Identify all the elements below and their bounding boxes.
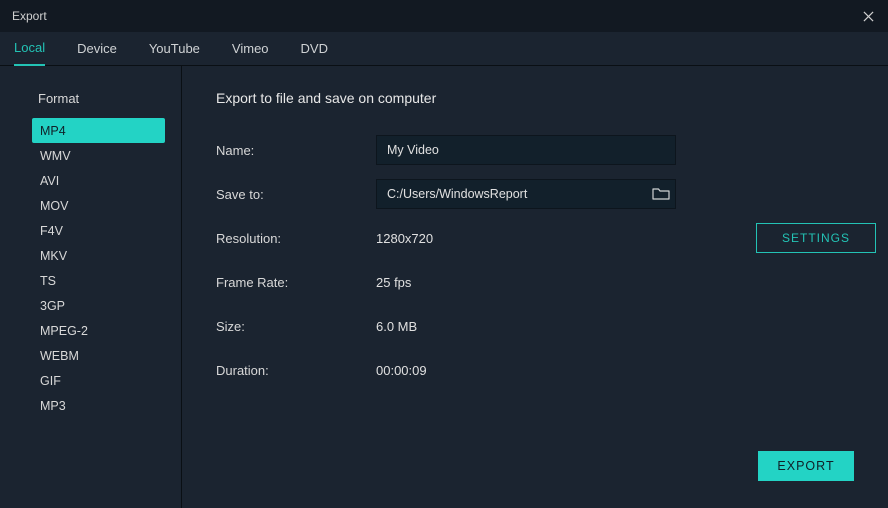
size-value: 6.0 MB xyxy=(376,319,417,334)
format-item-ts[interactable]: TS xyxy=(32,268,165,293)
framerate-value: 25 fps xyxy=(376,275,411,290)
format-item-webm[interactable]: WEBM xyxy=(32,343,165,368)
saveto-label: Save to: xyxy=(216,187,376,202)
export-button[interactable]: EXPORT xyxy=(758,451,854,481)
format-item-wmv[interactable]: WMV xyxy=(32,143,165,168)
format-item-f4v[interactable]: F4V xyxy=(32,218,165,243)
tab-local[interactable]: Local xyxy=(14,32,45,66)
tab-device[interactable]: Device xyxy=(77,33,117,65)
sidebar: Format MP4WMVAVIMOVF4VMKVTS3GPMPEG-2WEBM… xyxy=(0,66,182,508)
export-form: Name: Save to: Resolution: 1280x720 SETT… xyxy=(216,128,854,392)
format-list: MP4WMVAVIMOVF4VMKVTS3GPMPEG-2WEBMGIFMP3 xyxy=(32,118,165,418)
row-resolution: Resolution: 1280x720 SETTINGS xyxy=(216,216,854,260)
tabstrip: Local Device YouTube Vimeo DVD xyxy=(0,32,888,66)
row-duration: Duration: 00:00:09 xyxy=(216,348,854,392)
row-framerate: Frame Rate: 25 fps xyxy=(216,260,854,304)
row-name: Name: xyxy=(216,128,854,172)
tab-youtube[interactable]: YouTube xyxy=(149,33,200,65)
row-saveto: Save to: xyxy=(216,172,854,216)
settings-button[interactable]: SETTINGS xyxy=(756,223,876,253)
resolution-value: 1280x720 xyxy=(376,231,433,246)
body: Format MP4WMVAVIMOVF4VMKVTS3GPMPEG-2WEBM… xyxy=(0,66,888,508)
tab-vimeo[interactable]: Vimeo xyxy=(232,33,269,65)
framerate-label: Frame Rate: xyxy=(216,275,376,290)
saveto-wrap xyxy=(376,179,676,209)
main-heading: Export to file and save on computer xyxy=(216,90,854,106)
format-item-avi[interactable]: AVI xyxy=(32,168,165,193)
name-input[interactable] xyxy=(376,135,676,165)
duration-label: Duration: xyxy=(216,363,376,378)
format-item-gif[interactable]: GIF xyxy=(32,368,165,393)
format-item-mp4[interactable]: MP4 xyxy=(32,118,165,143)
tab-dvd[interactable]: DVD xyxy=(301,33,328,65)
format-item-mkv[interactable]: MKV xyxy=(32,243,165,268)
sidebar-heading: Format xyxy=(32,91,165,106)
name-label: Name: xyxy=(216,143,376,158)
resolution-label: Resolution: xyxy=(216,231,376,246)
format-item-mp3[interactable]: MP3 xyxy=(32,393,165,418)
main-panel: Export to file and save on computer Name… xyxy=(182,66,888,508)
close-icon[interactable] xyxy=(858,6,878,26)
titlebar: Export xyxy=(0,0,888,32)
window-title: Export xyxy=(12,9,47,23)
format-item-mpeg-2[interactable]: MPEG-2 xyxy=(32,318,165,343)
folder-icon[interactable] xyxy=(652,187,670,201)
duration-value: 00:00:09 xyxy=(376,363,427,378)
size-label: Size: xyxy=(216,319,376,334)
footer: EXPORT xyxy=(216,448,854,508)
saveto-input[interactable] xyxy=(376,179,676,209)
format-item-3gp[interactable]: 3GP xyxy=(32,293,165,318)
format-item-mov[interactable]: MOV xyxy=(32,193,165,218)
row-size: Size: 6.0 MB xyxy=(216,304,854,348)
